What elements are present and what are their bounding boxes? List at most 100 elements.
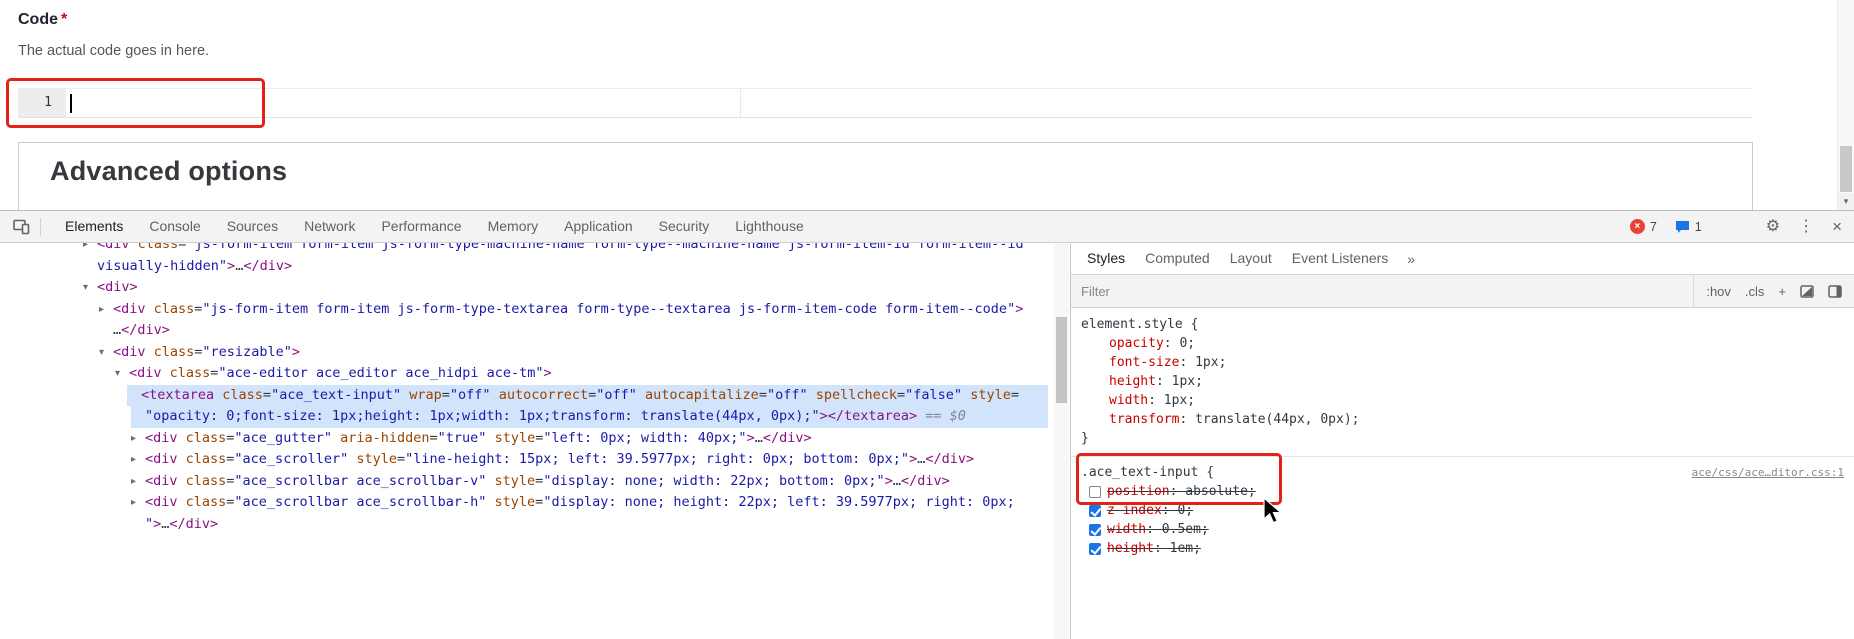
style-property[interactable]: height: 1px; xyxy=(1081,372,1844,391)
dom-tree-line[interactable]: ▾ <div class="resizable"> xyxy=(0,342,1070,364)
styles-filter-input[interactable] xyxy=(1071,275,1694,307)
ace-text-input-rule: .ace_text-input { ace/css/ace…ditor.css:… xyxy=(1071,456,1854,566)
dom-tree-line[interactable]: ▾ <div> xyxy=(0,277,1070,299)
toolbar-divider xyxy=(40,217,41,236)
dom-tree-scrollbar-thumb[interactable] xyxy=(1056,317,1067,403)
style-property[interactable]: z-index: 0; xyxy=(1081,501,1844,520)
style-property[interactable]: position: absolute; xyxy=(1081,482,1844,501)
disclosure-down-icon[interactable]: ▾ xyxy=(115,363,129,385)
property-checkbox[interactable] xyxy=(1089,485,1101,498)
tab-security[interactable]: Security xyxy=(646,211,723,242)
error-icon: × xyxy=(1629,219,1645,234)
tab-sources[interactable]: Sources xyxy=(214,211,291,242)
devtools-body: ▸ <div class="js-form-item form-item js-f… xyxy=(0,243,1854,639)
styles-sidebar: » StylesComputedLayoutEvent Listeners :h… xyxy=(1070,243,1854,639)
page-scrollbar[interactable]: ▾ xyxy=(1837,0,1854,210)
ace-gutter: 1 xyxy=(18,89,66,117)
stylesheet-source-link[interactable]: ace/css/ace…ditor.css:1 xyxy=(1692,463,1844,482)
dom-tree-line[interactable]: "opacity: 0;font-size: 1px;height: 1px;w… xyxy=(0,406,1070,428)
dom-tree-line[interactable]: ▸ <div class="ace_scrollbar ace_scrollbar… xyxy=(0,492,1070,514)
dom-node-markup: ">…</div> xyxy=(145,515,219,532)
dom-tree-line[interactable]: ▸ <div class="ace_gutter" aria-hidden="tr… xyxy=(0,428,1070,450)
tab-application[interactable]: Application xyxy=(551,211,646,242)
close-devtools-icon[interactable]: × xyxy=(1832,218,1842,235)
style-property[interactable]: width: 1px; xyxy=(1081,391,1844,410)
style-property[interactable]: width: 0.5em; xyxy=(1081,520,1844,539)
disclosure-right-icon[interactable]: ▸ xyxy=(131,492,145,514)
property-declaration: width: 0.5em; xyxy=(1107,522,1209,537)
dom-node-markup: <div> xyxy=(97,279,138,295)
style-property[interactable]: font-size: 1px; xyxy=(1081,353,1844,372)
dom-node-markup: <div class="ace-editor ace_editor ace_hi… xyxy=(129,365,552,381)
code-field-description: The actual code goes in here. xyxy=(18,43,210,59)
styles-pane-content: element.style { opacity: 0; font-size: 1p… xyxy=(1071,309,1854,639)
code-label-text: Code xyxy=(18,11,58,28)
dom-tree-line[interactable]: ▸ <div class="js-form-item form-item js-f… xyxy=(0,243,1070,256)
property-checkbox[interactable] xyxy=(1089,504,1101,517)
tab-elements[interactable]: Elements xyxy=(52,211,136,242)
toggle-class-button[interactable]: .cls xyxy=(1745,284,1765,299)
close-brace: } xyxy=(1081,431,1089,446)
more-tabs-icon[interactable]: » xyxy=(1398,251,1424,267)
property-checkbox[interactable] xyxy=(1089,523,1101,536)
message-badge[interactable]: 1 xyxy=(1675,220,1702,234)
disclosure-down-icon[interactable]: ▾ xyxy=(99,342,113,364)
sidebar-tab-styles[interactable]: Styles xyxy=(1077,243,1135,274)
dom-tree-line[interactable]: ▸ <div class="ace_scrollbar ace_scrollbar… xyxy=(0,471,1070,493)
dom-tree-scrollbar[interactable] xyxy=(1054,243,1069,639)
error-badge[interactable]: × 7 xyxy=(1629,219,1657,234)
style-property[interactable]: height: 1em; xyxy=(1081,539,1844,558)
rule-selector: element.style xyxy=(1081,317,1183,332)
element-style-header[interactable]: element.style { xyxy=(1081,315,1844,334)
ace-code-editor[interactable]: 1 xyxy=(18,88,1753,118)
property-declaration: height: 1em; xyxy=(1107,541,1201,556)
tab-memory[interactable]: Memory xyxy=(475,211,552,242)
dom-tree-line[interactable]: <textarea class="ace_text-input" wrap="o… xyxy=(0,384,1070,406)
ace-text-input-rule-header[interactable]: .ace_text-input { ace/css/ace…ditor.css:… xyxy=(1081,463,1844,482)
dom-node-markup: <div class="js-form-item form-item js-fo… xyxy=(97,243,1024,252)
tab-lighthouse[interactable]: Lighthouse xyxy=(722,211,817,242)
tab-console[interactable]: Console xyxy=(136,211,213,242)
dom-tree-line[interactable]: visually-hidden">…</div> xyxy=(0,256,1070,278)
dom-node-markup: <div class="ace_scrollbar ace_scrollbar-… xyxy=(145,472,950,489)
styles-sidebar-tabs: » Styles Computed Layout Event Listeners xyxy=(1071,243,1854,275)
tab-performance[interactable]: Performance xyxy=(368,211,474,242)
styles-toolbar-controls: :hov .cls + xyxy=(1693,275,1854,307)
toggle-element-state-button[interactable]: :hov xyxy=(1706,284,1731,299)
page-scrollbar-thumb[interactable] xyxy=(1840,146,1852,192)
dom-node-markup: <div class="ace_scrollbar ace_scrollbar-… xyxy=(145,494,1015,510)
style-property[interactable]: transform: translate(44px, 0px); xyxy=(1081,410,1844,429)
dom-node-markup: <div class="resizable"> xyxy=(113,343,300,360)
dom-tree-line[interactable]: …</div> xyxy=(0,320,1070,342)
more-options-icon[interactable]: ⋮ xyxy=(1798,218,1814,235)
dom-tree-line[interactable]: ">…</div> xyxy=(0,514,1070,536)
disclosure-right-icon[interactable]: ▸ xyxy=(131,428,145,450)
devtools-window: Elements Console Sources Network Performance… xyxy=(0,210,1854,639)
disclosure-right-icon[interactable]: ▸ xyxy=(131,471,145,493)
dom-tree-line[interactable]: ▾ <div class="ace-editor ace_editor ace_h… xyxy=(0,363,1070,385)
devtools-toolbar: Elements Console Sources Network Performance… xyxy=(0,211,1854,243)
devtools-tabs: Elements Console Sources Network Performance… xyxy=(52,211,817,242)
dom-tree-line[interactable]: ▸ <div class="ace_scroller" style="line-h… xyxy=(0,449,1070,471)
tab-network[interactable]: Network xyxy=(291,211,368,242)
disclosure-down-icon[interactable]: ▾ xyxy=(83,277,97,299)
dom-tree-line[interactable]: ▸ <div class="js-form-item form-item js-f… xyxy=(0,299,1070,321)
property-checkbox[interactable] xyxy=(1089,542,1101,555)
sidebar-tab-layout[interactable]: Layout xyxy=(1220,243,1282,274)
computed-sidebar-toggle-icon[interactable] xyxy=(1828,284,1842,298)
color-scheme-icon[interactable] xyxy=(1800,284,1814,298)
new-style-rule-button[interactable]: + xyxy=(1778,284,1786,299)
sidebar-tab-event-listeners[interactable]: Event Listeners xyxy=(1282,243,1399,274)
settings-gear-icon[interactable]: ⚙ xyxy=(1766,218,1780,235)
indent-spacer xyxy=(131,406,145,428)
scroll-down-button[interactable]: ▾ xyxy=(1838,193,1854,210)
sidebar-tab-computed[interactable]: Computed xyxy=(1135,243,1220,274)
advanced-options-title[interactable]: Advanced options xyxy=(50,156,1752,187)
disclosure-right-icon[interactable]: ▸ xyxy=(131,449,145,471)
disclosure-right-icon[interactable]: ▸ xyxy=(99,299,113,321)
style-property[interactable]: opacity: 0; xyxy=(1081,334,1844,353)
toggle-device-toolbar-button[interactable] xyxy=(5,211,37,242)
disclosure-right-icon[interactable]: ▸ xyxy=(83,243,97,256)
